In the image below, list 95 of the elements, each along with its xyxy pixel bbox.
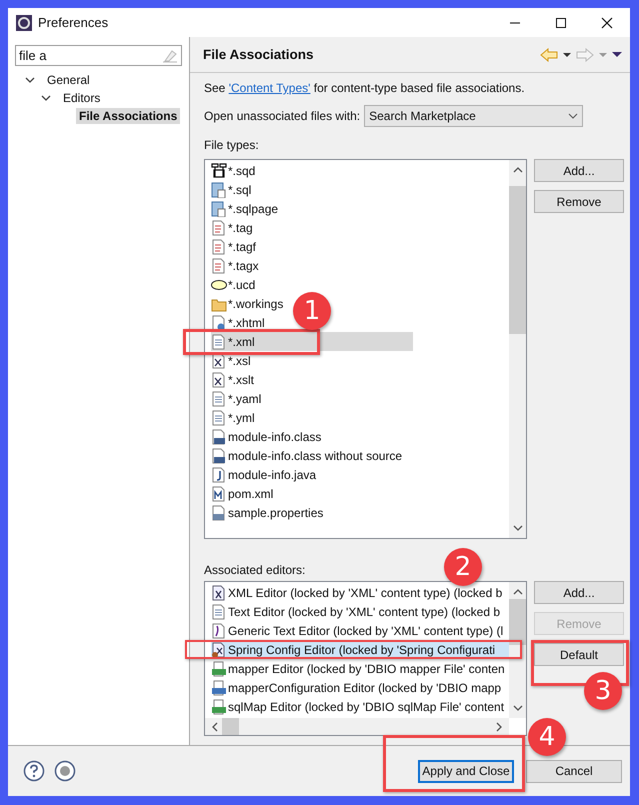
list-item[interactable]: *.sqd [211,161,258,180]
open-with-dropdown[interactable]: Search Marketplace [364,105,584,127]
tree-item[interactable]: File Associations [76,108,180,124]
scroll-right-icon [496,722,503,732]
list-item[interactable]: *.xhtml [211,313,267,332]
binary-file-icon [211,448,227,464]
list-item[interactable]: module-info.java [211,465,318,484]
document-icon [211,410,227,426]
list-item[interactable]: module-info.class without source [211,446,404,465]
record-icon [54,760,76,782]
action-button[interactable]: Remove [534,190,624,213]
action-button[interactable]: Add... [534,581,624,604]
caret-icon [563,52,571,58]
scroll-down-icon [512,705,522,712]
mapper-file-icon [211,698,227,714]
scroll-thumb[interactable] [222,718,239,735]
scroll-up-icon [512,588,522,595]
help-icon [23,760,45,782]
open-with-label: Open unassociated files with: [204,109,360,123]
description-text: See 'Content Types' for content-type based file associations. [204,80,526,97]
stylesheet-file-icon [211,372,227,388]
close-icon [601,16,613,28]
document-icon [211,238,227,254]
config-file-icon [211,680,227,696]
mapper-file-icon [211,660,227,676]
web-file-icon [211,314,227,330]
view-menu-button[interactable] [612,51,622,58]
forward-menu-button[interactable] [599,52,607,58]
list-item[interactable]: *.workings [211,294,286,313]
list-item[interactable]: *.tag [211,218,255,237]
list-item[interactable]: *.xsl [211,351,253,370]
scroll-up-icon [512,166,522,173]
editor-icon [211,622,227,638]
content-types-link[interactable]: 'Content Types' [228,81,310,95]
list-item[interactable]: *.sql [211,180,254,199]
list-item[interactable]: module-info.class [211,427,324,446]
document-icon [211,390,227,406]
app-icon [16,14,32,30]
list-item[interactable]: *.tagf [211,237,258,256]
maven-file-icon [211,486,227,502]
list-item[interactable]: *.xml [211,332,413,351]
section-label: Associated editors: [204,562,306,578]
dialog-button[interactable]: Apply and Close [418,760,514,782]
horizontal-scrollbar[interactable] [205,718,509,735]
list-item[interactable]: *.yml [211,408,257,427]
document-icon [211,258,227,274]
list-item[interactable]: sample.properties [211,503,326,522]
scroll-down-icon [512,525,522,532]
help-button[interactable] [23,760,45,782]
clear-icon [162,48,178,62]
back-arrow-icon [540,48,558,62]
list-item[interactable]: pom.xml [211,484,276,503]
scroll-left-icon [211,722,218,732]
page-title: File Associations [203,47,314,62]
vertical-scrollbar[interactable] [509,160,526,538]
diagram-icon [211,162,227,178]
properties-file-icon [211,504,227,520]
action-button[interactable]: Add... [534,159,624,182]
tree-item[interactable]: General [44,72,93,88]
tree-item[interactable]: Editors [60,90,104,106]
scroll-thumb[interactable] [509,599,526,645]
list-item[interactable]: Generic Text Editor (locked by 'XML' content type) (l [211,621,509,640]
dialog-button[interactable]: Cancel [526,760,622,782]
section-label: File types: [204,137,259,153]
document-icon [211,334,227,350]
list-item[interactable]: mapperConfiguration Editor (locked by 'DBIO mapp [211,678,509,697]
database-file-icon [211,182,227,198]
maximize-icon [555,16,567,28]
record-button[interactable] [54,760,76,782]
back-menu-button[interactable] [563,52,571,58]
list-item[interactable]: XML Editor (locked by 'XML' content type) (locked b [211,583,509,602]
list-item[interactable]: sqlMap Editor (locked by 'DBIO sqlMap File' content [211,697,509,716]
list-item[interactable]: mapper Editor (locked by 'DBIO mapper File' conten [211,659,509,678]
list-item[interactable]: *.ucd [211,275,258,294]
list-item[interactable]: *.sqlpage [211,199,280,218]
binary-file-icon [211,428,227,444]
list-item[interactable]: *.xslt [211,370,256,389]
spring-file-icon [211,642,227,658]
xml-file-icon [211,584,227,600]
scroll-thumb[interactable] [509,186,526,334]
java-file-icon [211,466,227,482]
forward-arrow-icon [576,48,594,62]
vertical-scrollbar[interactable] [509,582,526,718]
database-file-icon [211,200,227,216]
list-item[interactable]: *.tagx [211,256,261,275]
document-icon [211,220,227,236]
filter-field[interactable]: file a [15,45,182,66]
chevron-down-icon [568,112,578,120]
action-button[interactable]: Default [534,643,624,666]
back-button[interactable] [540,48,558,62]
list-item[interactable]: *.yaml [211,389,264,408]
forward-button[interactable] [576,48,594,62]
window-title: Preferences [38,15,108,30]
list-item[interactable]: Text Editor (locked by 'XML' content type) (locked b [211,602,509,621]
document-icon [211,604,227,620]
